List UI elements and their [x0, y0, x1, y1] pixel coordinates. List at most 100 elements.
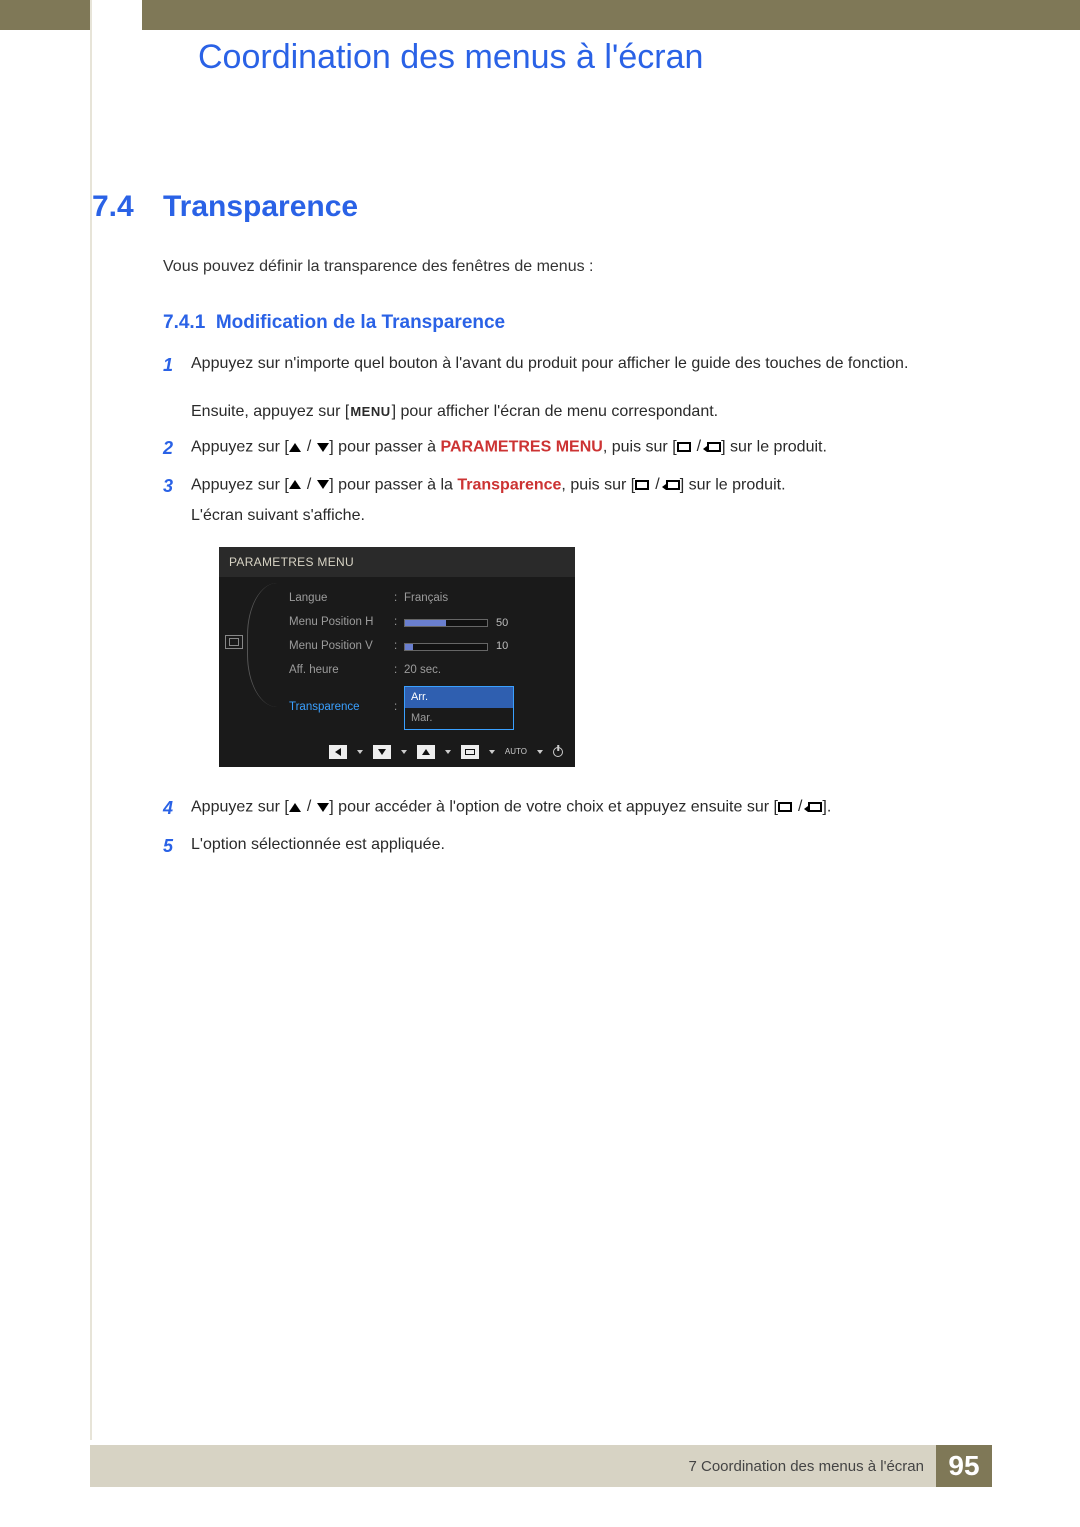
header-band: [0, 0, 1080, 30]
text: ] pour passer à: [329, 438, 440, 455]
tiny-down-icon: [401, 750, 407, 754]
osd-nav-enter-icon: [461, 745, 479, 759]
subsection-number: 7.4.1: [163, 312, 205, 333]
parametres-menu-label: PARAMETRES MENU: [440, 438, 602, 455]
osd-auto-label: AUTO: [505, 746, 527, 758]
slider-fill: [405, 644, 413, 650]
slash: /: [695, 435, 703, 460]
rect-icon: [677, 442, 691, 452]
return-icon: [707, 442, 721, 452]
slider-value: 50: [496, 615, 508, 632]
step-number: 5: [163, 833, 191, 861]
osd-screenshot: PARAMETRES MENU Langue : Français Menu P…: [219, 547, 983, 767]
step-body: Appuyez sur n'importe quel bouton à l'av…: [191, 352, 983, 380]
osd-category-icon: [225, 635, 243, 649]
subsection-title: Modification de la Transparence: [216, 312, 505, 333]
enter-return-icon: /: [635, 473, 679, 498]
step-5: 5 L'option sélectionnée est appliquée.: [163, 833, 983, 861]
step-body: Appuyez sur [ / ] pour passer à PARAMETRES…: [191, 435, 983, 463]
text: , puis sur [: [603, 438, 677, 455]
page-number: 95: [936, 1445, 992, 1487]
dropdown-option: Mar.: [405, 708, 513, 729]
step-body: Appuyez sur [ / ] pour accéder à l'option …: [191, 795, 983, 823]
steps-list: 1 Appuyez sur n'importe quel bouton à l'…: [163, 352, 983, 871]
osd-label: Menu Position H: [289, 614, 394, 632]
text: ] sur le produit.: [680, 476, 786, 493]
step-body: L'option sélectionnée est appliquée.: [191, 833, 983, 861]
slash: /: [796, 795, 804, 820]
up-down-icon: /: [289, 795, 329, 820]
text: ] pour afficher l'écran de menu correspo…: [392, 403, 719, 420]
osd-value: 50: [404, 615, 563, 632]
footer-band: 7 Coordination des menus à l'écran 95: [90, 1445, 992, 1487]
subsection-heading: 7.4.1 Modification de la Transparence: [163, 312, 505, 334]
menu-button-label: MENU: [349, 402, 391, 422]
return-icon: [808, 802, 822, 812]
step-2: 2 Appuyez sur [/] pour passer à PARAMETR…: [163, 435, 983, 463]
rect-icon: [635, 480, 649, 490]
osd-nav-up-icon: [417, 745, 435, 759]
tiny-down-icon: [445, 750, 451, 754]
osd-value: Arr. Mar.: [404, 686, 563, 730]
step-1-followup: Ensuite, appuyez sur [MENU] pour affiche…: [191, 400, 983, 425]
osd-nav-down-icon: [373, 745, 391, 759]
up-down-icon: /: [289, 473, 329, 498]
section-intro: Vous pouvez définir la transparence des …: [163, 258, 963, 276]
triangle-up-icon: [289, 443, 301, 452]
osd-label: Menu Position V: [289, 638, 394, 656]
slash: /: [305, 435, 313, 460]
text: ] sur le produit.: [721, 438, 827, 455]
osd-nav-left-icon: [329, 745, 347, 759]
osd-row-transparence: Transparence : Arr. Mar.: [289, 683, 563, 733]
colon: :: [394, 590, 404, 608]
section-number: 7.4: [92, 190, 134, 224]
slider-fill: [405, 620, 446, 626]
triangle-down-icon: [317, 803, 329, 812]
text: Appuyez sur [: [191, 798, 289, 815]
text: Appuyez sur [: [191, 438, 289, 455]
osd-dropdown: Arr. Mar.: [404, 686, 514, 730]
triangle-down-icon: [317, 443, 329, 452]
tiny-down-icon: [357, 750, 363, 754]
rect-icon: [778, 802, 792, 812]
slider: [404, 643, 488, 651]
osd-value: Français: [404, 590, 563, 608]
osd-curve-decoration: [247, 583, 277, 707]
enter-return-icon: /: [778, 795, 822, 820]
triangle-up-icon: [289, 803, 301, 812]
slash: /: [305, 795, 313, 820]
osd-label-selected: Transparence: [289, 699, 394, 717]
slider: [404, 619, 488, 627]
triangle-down-icon: [317, 480, 329, 489]
tiny-down-icon: [489, 750, 495, 754]
osd-value: 20 sec.: [404, 662, 563, 680]
dropdown-selected: Arr.: [405, 687, 513, 708]
step-number: 3: [163, 473, 191, 785]
text: , puis sur [: [561, 476, 635, 493]
up-down-icon: /: [289, 435, 329, 460]
chapter-title: Coordination des menus à l'écran: [198, 38, 703, 77]
osd-label: Langue: [289, 590, 394, 608]
transparence-label: Transparence: [457, 476, 561, 493]
osd-value: 10: [404, 638, 563, 655]
slider-value: 10: [496, 638, 508, 655]
osd-row-position-v: Menu Position V : 10: [289, 635, 563, 659]
text: ].: [822, 798, 831, 815]
osd-label: Aff. heure: [289, 662, 394, 680]
step-1: 1 Appuyez sur n'importe quel bouton à l'…: [163, 352, 983, 380]
step-4: 4 Appuyez sur [ / ] pour accéder à l'optio…: [163, 795, 983, 823]
colon: :: [394, 662, 404, 680]
osd-row-position-h: Menu Position H : 50: [289, 611, 563, 635]
text: Appuyez sur [: [191, 476, 289, 493]
triangle-up-icon: [289, 480, 301, 489]
text: ] pour accéder à l'option de votre choix…: [329, 798, 778, 815]
slash: /: [653, 473, 661, 498]
footer-chapter-label: 7 Coordination des menus à l'écran: [688, 1458, 936, 1475]
step-number: 4: [163, 795, 191, 823]
osd-title: PARAMETRES MENU: [219, 547, 575, 578]
text: ] pour passer à la: [329, 476, 457, 493]
colon: :: [394, 614, 404, 632]
power-icon: [553, 747, 563, 757]
step-3: 3 Appuyez sur [/] pour passer à la Trans…: [163, 473, 983, 785]
return-icon: [666, 480, 680, 490]
